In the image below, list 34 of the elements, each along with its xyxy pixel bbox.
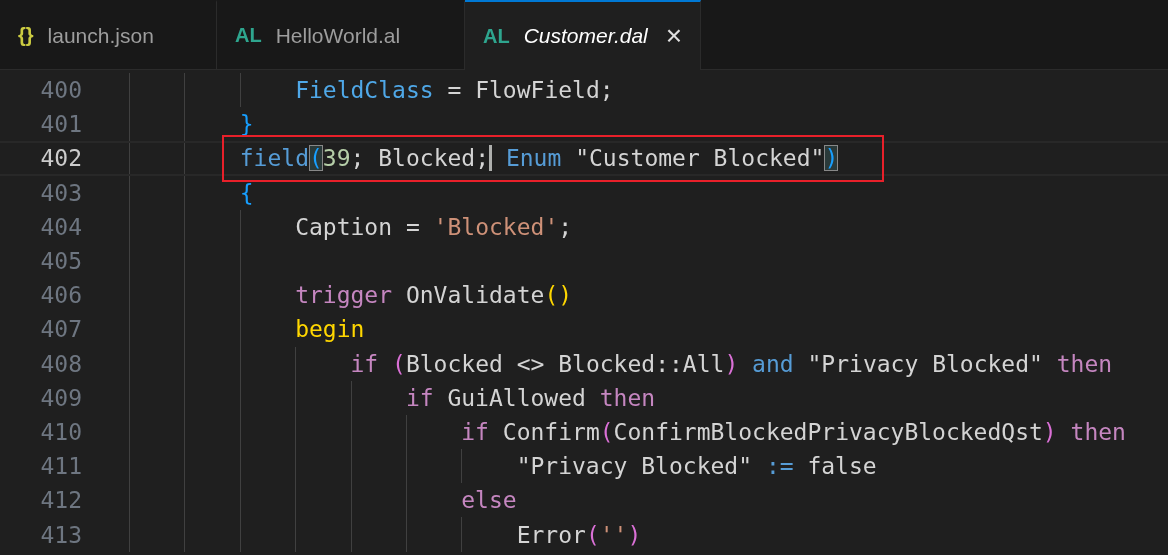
- code-line: FieldClass = FlowField;: [295, 77, 614, 104]
- line-number: 410: [39, 418, 82, 445]
- code-line: {: [239, 179, 254, 206]
- line-number: 411: [39, 453, 82, 480]
- editor-tab[interactable]: AL Customer.dal ×: [465, 0, 702, 70]
- code-line: if (Blocked <> Blocked::All) and "Privacy Blocked" then: [350, 350, 1113, 377]
- code-line: else: [461, 487, 517, 514]
- code-line: begin: [295, 316, 365, 343]
- code-line: trigger OnValidate(): [295, 282, 573, 309]
- tab-label: launch.json: [47, 23, 154, 48]
- line-number: 402: [39, 145, 82, 172]
- file-type-icon: AL: [483, 24, 510, 48]
- code-line: Error(''): [516, 521, 642, 548]
- line-number: 401: [39, 111, 82, 138]
- file-type-icon: {}: [18, 24, 34, 47]
- line-number: 408: [39, 350, 82, 377]
- line-number: 405: [39, 248, 82, 275]
- code-line: Caption = 'Blocked';: [295, 213, 573, 240]
- close-icon[interactable]: ×: [665, 20, 683, 52]
- tab-label: Customer.dal: [523, 24, 648, 48]
- code-line: if GuiAllowed then: [405, 384, 656, 411]
- code-line: if Confirm(ConfirmBlockedPrivacyBlockedQst) then: [461, 418, 1126, 445]
- line-number: 413: [39, 521, 82, 548]
- code-line: field(39; Blocked; Enum "Customer Blocked"): [239, 145, 839, 172]
- file-type-icon: AL: [235, 24, 262, 47]
- line-number: 412: [39, 487, 82, 514]
- line-number: 404: [39, 213, 82, 240]
- line-number: 406: [39, 282, 82, 309]
- line-number: 407: [39, 316, 82, 343]
- tab-label: HelloWorld.al: [275, 23, 401, 48]
- code-line: "Privacy Blocked" := false: [516, 453, 877, 480]
- line-number: 409: [39, 384, 82, 411]
- line-number: 403: [39, 179, 82, 206]
- line-number: 400: [39, 77, 82, 104]
